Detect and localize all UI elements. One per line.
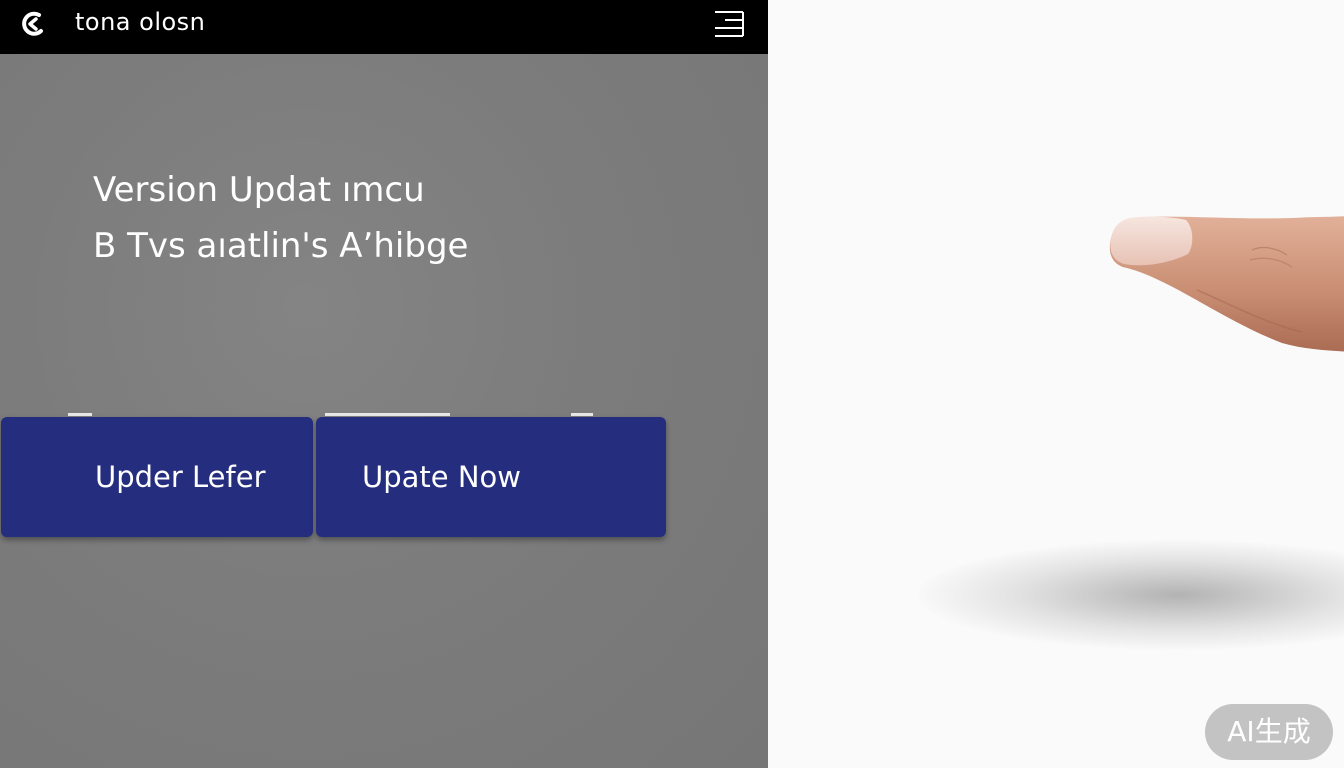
update-subheading: B Tvs aıatlin's A’hibge [93,226,469,266]
update-later-button[interactable]: Upder Lefer [1,417,313,537]
app-title: tona olosn [75,8,206,36]
divider-mark [571,413,593,416]
menu-icon[interactable] [711,9,745,39]
update-heading: Version Updat ımcu [93,170,425,210]
ai-generated-badge: AI生成 [1205,704,1333,760]
back-icon[interactable] [20,10,48,38]
blurred-shadow [918,540,1344,650]
divider-mark [68,413,92,416]
finger-image [1109,216,1344,352]
photo-background [768,0,1344,768]
update-now-button[interactable]: Upate Now [316,417,666,537]
app-panel: tona olosn Version Updat ımcu B Tvs aıat… [0,0,768,768]
divider-mark [325,413,450,416]
top-bar: tona olosn [0,0,768,54]
screen: tona olosn Version Updat ımcu B Tvs aıat… [0,0,1344,768]
